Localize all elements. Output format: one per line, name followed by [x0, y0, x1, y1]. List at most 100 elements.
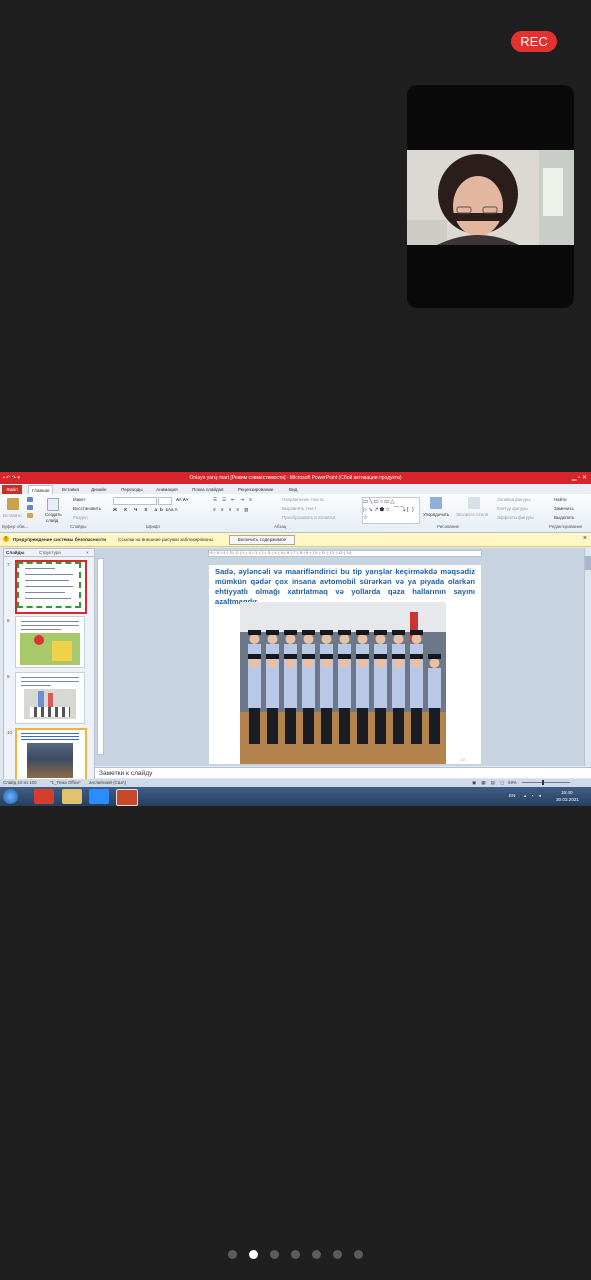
notes-field[interactable]: Заметки к слайду	[95, 767, 591, 778]
paragraph-group-label: Абзац	[274, 524, 287, 529]
status-bar: Слайд 10 из 100 "1_Тема Office" английск…	[0, 779, 591, 787]
format-painter-icon[interactable]	[27, 513, 33, 518]
zoom-level[interactable]: 68%	[508, 779, 517, 787]
quick-styles-button[interactable]: Экспресс-стили	[456, 512, 488, 517]
slides-pane-tabs: Слайды Структура ×	[4, 549, 94, 557]
font-size-box[interactable]	[158, 497, 172, 505]
layout-button[interactable]: Макет	[73, 497, 85, 502]
slide-editor[interactable]: ·6·|·5·|·4·|·3·|·2·|·1·|·0·|·1·|·2·|·3·|…	[95, 548, 591, 766]
font-name-box[interactable]	[113, 497, 157, 505]
security-warning-bar: ! Предупреждение системы безопасности Сс…	[0, 533, 591, 547]
copy-icon[interactable]	[27, 505, 33, 510]
new-slide-icon[interactable]	[47, 498, 59, 511]
grow-font-icon[interactable]: A˄ A˅	[176, 497, 189, 502]
tab-slides[interactable]: Слайды	[6, 549, 24, 556]
tab-design[interactable]: Дизайн	[91, 485, 106, 494]
page-dot[interactable]	[354, 1250, 363, 1259]
select-button[interactable]: Выделить	[554, 515, 574, 520]
smartart-button[interactable]: Преобразовать в SmartArt	[282, 515, 335, 520]
children-police-uniform-image	[240, 602, 446, 764]
shapes-gallery[interactable]: ▭╲▭○▭△ ▷↘↗⬟☆ ⌒⤵{ }☆	[362, 497, 420, 524]
vertical-ruler	[97, 558, 104, 755]
new-slide-button[interactable]: Создать	[45, 512, 62, 517]
paste-icon[interactable]	[7, 498, 19, 510]
tab-outline[interactable]: Структура	[39, 549, 61, 556]
tab-file[interactable]: Файл	[2, 485, 22, 494]
arrange-button[interactable]: Упорядочить	[423, 512, 449, 517]
page-dot[interactable]	[228, 1250, 237, 1259]
zoom-slider-thumb[interactable]	[542, 780, 544, 785]
window-title: Onlayn yarış mart [Режим совместимости] …	[189, 475, 402, 481]
title-bar: ▪ ↶ ↷ ▾ Onlayn yarış mart [Режим совмест…	[0, 472, 591, 484]
page-dot[interactable]	[312, 1250, 321, 1259]
children-group	[248, 630, 441, 744]
tab-view[interactable]: Вид	[289, 485, 297, 494]
font-color-icon[interactable]: Аа A	[168, 507, 178, 512]
slide-thumbnail[interactable]	[15, 616, 85, 668]
text-direction-button[interactable]: Направление текста	[282, 497, 324, 502]
page-dot[interactable]	[270, 1250, 279, 1259]
window-controls[interactable]: ▁ ▫ ✕	[572, 472, 587, 484]
paste-button[interactable]: Вставить	[3, 513, 22, 518]
windows-taskbar: EN ▴ ▪ ◂ 15:40 30.03.2021	[0, 787, 591, 806]
new-slide-button-line2[interactable]: слайд	[46, 518, 58, 523]
font-format-buttons[interactable]: Ж К Ч S abc	[113, 507, 171, 512]
tab-animation[interactable]: Анимация	[156, 485, 178, 494]
warning-icon: !	[3, 536, 9, 542]
input-language[interactable]: EN	[509, 793, 515, 798]
shape-fill-button[interactable]: Заливка фигуры	[497, 497, 531, 502]
language-indicator[interactable]: английский (США)	[89, 779, 126, 787]
tab-slideshow[interactable]: Показ слайдов	[192, 485, 224, 494]
slide-thumbnail[interactable]	[15, 560, 87, 614]
slide-canvas[interactable]: Sadə, əyləncəli və maarifləndirici bu ti…	[209, 565, 481, 764]
start-button[interactable]	[3, 789, 18, 804]
tab-transitions[interactable]: Переходы	[121, 485, 143, 494]
align-buttons[interactable]: ≡ ≡ ≡ ≡ ▥	[213, 507, 250, 513]
drawing-group-label: Рисование	[437, 524, 460, 529]
webcam-feed	[407, 150, 574, 245]
page-indicator	[0, 1246, 591, 1260]
shared-screen[interactable]: ▪ ↶ ↷ ▾ Onlayn yarış mart [Режим совмест…	[0, 472, 591, 806]
list-buttons[interactable]: ☰ ☰ ⇤ ⇥ ≡	[213, 497, 254, 503]
close-pane-icon[interactable]: ×	[86, 549, 89, 556]
participant-video[interactable]	[407, 85, 574, 308]
presenter-image	[407, 150, 574, 245]
clock-date: 30.03.2021	[556, 797, 579, 802]
find-button[interactable]: Найти	[554, 497, 567, 502]
shape-effects-button[interactable]: Эффекты фигуры	[497, 515, 534, 520]
group-photo[interactable]	[240, 602, 446, 764]
file-explorer-icon[interactable]	[62, 789, 82, 804]
shape-outline-button[interactable]: Контур фигуры	[497, 506, 528, 511]
align-text-button[interactable]: Выровнять текст	[282, 506, 316, 511]
ribbon: Вставить Буфер обм... Создать слайд Маке…	[0, 494, 591, 533]
reset-button[interactable]: Восстановить	[73, 506, 101, 511]
tab-review[interactable]: Рецензирование	[238, 485, 273, 494]
slide-counter: Слайд 10 из 100	[3, 780, 37, 785]
tab-insert[interactable]: Вставка	[62, 485, 79, 494]
zoom-app-icon[interactable]	[89, 789, 109, 804]
powerpoint-icon[interactable]	[116, 789, 138, 806]
slides-pane: Слайды Структура × 7 8 9 10	[3, 548, 95, 782]
clipboard-group-label: Буфер обм...	[2, 524, 29, 529]
tray-icons[interactable]: ▴ ▪ ◂	[524, 793, 543, 799]
slide-thumbnail-selected[interactable]	[15, 728, 87, 782]
slide-thumbnail[interactable]	[15, 672, 85, 724]
arrange-icon[interactable]	[430, 497, 442, 509]
cut-icon[interactable]	[27, 497, 33, 502]
security-warning-title: Предупреждение системы безопасности	[13, 537, 107, 542]
close-icon[interactable]: ×	[583, 535, 587, 542]
enable-content-button[interactable]: Включить содержимое	[229, 535, 295, 545]
view-buttons[interactable]: ▣ ▦ ▤ ▢	[472, 779, 506, 787]
page-dot[interactable]	[249, 1250, 258, 1259]
page-dot[interactable]	[291, 1250, 300, 1259]
quick-styles-icon[interactable]	[468, 497, 480, 509]
clock-time: 15:40	[561, 790, 573, 795]
replace-button[interactable]: Заменить	[554, 506, 574, 511]
section-button[interactable]: Раздел	[73, 515, 88, 520]
page-dot[interactable]	[333, 1250, 342, 1259]
vertical-scrollbar[interactable]	[584, 548, 591, 766]
yandex-browser-icon[interactable]	[34, 789, 54, 804]
editing-group-label: Редактирование	[549, 524, 583, 529]
slide-text[interactable]: Sadə, əyləncəli və maarifləndirici bu ti…	[215, 567, 475, 607]
zoom-slider[interactable]	[522, 782, 570, 783]
